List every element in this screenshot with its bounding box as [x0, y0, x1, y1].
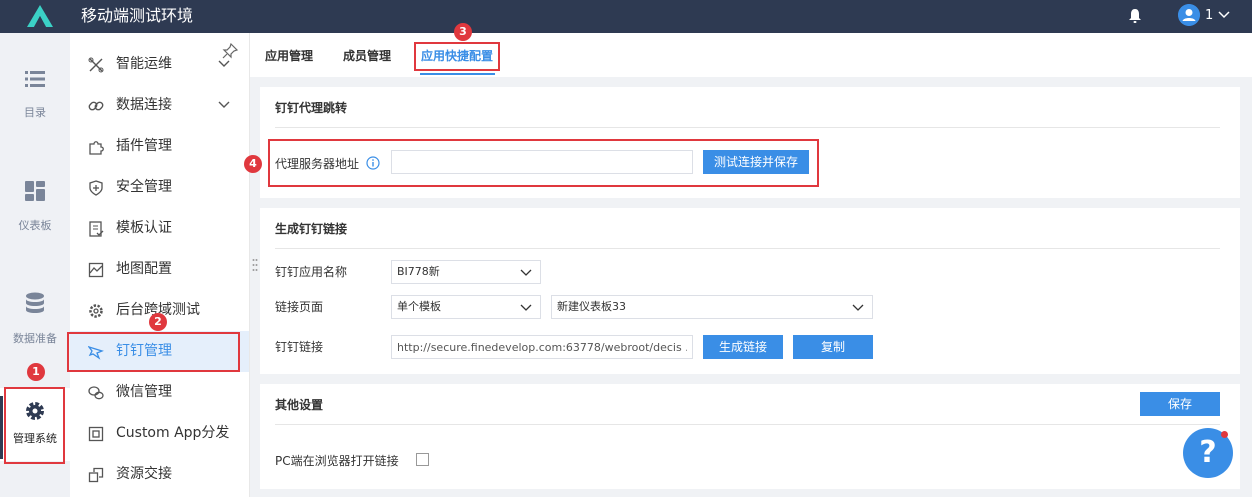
sidebar-item-label: Custom App分发	[116, 425, 230, 441]
annotation-box	[4, 387, 65, 464]
field-label: 钉钉应用名称	[275, 265, 348, 279]
rail-label: 仪表板	[18, 219, 52, 232]
annotation-box	[67, 332, 240, 372]
field-label: 钉钉链接	[275, 340, 324, 354]
sidebar-item-custom-app[interactable]: Custom App分发	[70, 413, 249, 454]
link-page-type-select[interactable]: 单个模板	[391, 295, 541, 319]
sidebar-item-security[interactable]: 安全管理	[70, 167, 249, 208]
top-header: 移动端测试环境 1	[0, 0, 1252, 33]
sidebar-item-ops[interactable]: 智能运维	[70, 44, 249, 85]
bell-icon[interactable]	[1128, 8, 1142, 24]
list-icon	[25, 71, 45, 87]
rail-item-catalog[interactable]: 目录	[0, 70, 70, 120]
notification-dot	[1221, 431, 1228, 438]
other-settings-panel: 其他设置 保存 PC端在浏览器打开链接	[260, 384, 1240, 489]
sidebar-item-label: 数据连接	[116, 97, 172, 113]
rail-label: 数据准备	[13, 332, 57, 345]
rail-label: 目录	[24, 106, 46, 119]
field-label: 链接页面	[275, 300, 324, 314]
tab-app-management[interactable]: 应用管理	[265, 48, 313, 64]
sidebar-item-label: 模板认证	[116, 220, 172, 236]
divider	[275, 248, 1220, 249]
divider	[275, 127, 1220, 128]
sidebar-item-label: 资源交接	[116, 466, 172, 482]
chevron-down-icon	[520, 269, 532, 276]
tools-icon	[88, 57, 104, 73]
wechat-icon	[88, 386, 104, 400]
annotation-step: 4	[244, 155, 262, 173]
app-title: 移动端测试环境	[81, 6, 194, 25]
generate-link-button[interactable]: 生成链接	[703, 335, 783, 359]
active-tab-indicator	[420, 73, 495, 75]
pc-browser-checkbox[interactable]	[416, 453, 429, 466]
sidebar-item-label: 微信管理	[116, 384, 172, 400]
dashboard-icon	[25, 181, 45, 201]
section-title: 生成钉钉链接	[275, 222, 348, 236]
sidebar-item-map-config[interactable]: 地图配置	[70, 249, 249, 290]
sidebar-item-label: 安全管理	[116, 179, 172, 195]
sidebar-item-data-connection[interactable]: 数据连接	[70, 85, 249, 126]
logo-icon[interactable]	[26, 4, 54, 28]
annotation-box	[414, 42, 500, 71]
app-name-select[interactable]: BI778新	[391, 260, 541, 284]
sidebar-item-label: 智能运维	[116, 56, 172, 72]
sidebar-item-plugins[interactable]: 插件管理	[70, 126, 249, 167]
link-panel: 生成钉钉链接 钉钉应用名称 BI778新 链接页面 单个模板 新建仪表板33 钉…	[260, 208, 1240, 374]
rail-item-data-prep[interactable]: 数据准备	[0, 292, 70, 346]
sidebar-item-label: 插件管理	[116, 138, 172, 154]
user-name[interactable]: 1	[1205, 8, 1213, 24]
annotation-step: 1	[27, 363, 45, 381]
select-value: BI778新	[397, 265, 440, 278]
sidebar-item-wechat[interactable]: 微信管理	[70, 372, 249, 413]
handover-icon	[88, 467, 104, 483]
sidebar-item-label: 地图配置	[116, 261, 172, 277]
rail-active-indicator	[0, 396, 3, 459]
tab-bar: 应用管理 成员管理 应用快捷配置	[250, 33, 1252, 77]
chevron-down-icon	[852, 304, 864, 311]
select-value: 单个模板	[397, 300, 441, 313]
select-value: 新建仪表板33	[557, 300, 626, 313]
user-avatar-icon[interactable]	[1178, 4, 1200, 26]
link-icon	[88, 101, 104, 111]
dingtalk-link-input[interactable]	[391, 335, 693, 359]
map-icon	[88, 262, 104, 278]
chevron-down-icon	[218, 101, 230, 108]
puzzle-icon	[89, 141, 104, 155]
section-title: 其他设置	[275, 398, 324, 412]
tab-member-management[interactable]: 成员管理	[343, 48, 391, 64]
copy-button[interactable]: 复制	[793, 335, 873, 359]
annotation-step: 3	[454, 23, 472, 41]
gear-icon	[89, 304, 103, 318]
database-icon	[26, 292, 44, 313]
app-distribute-icon	[88, 426, 104, 442]
field-label: PC端在浏览器打开链接	[275, 454, 399, 468]
link-page-target-select[interactable]: 新建仪表板33	[551, 295, 873, 319]
rail-item-dashboard[interactable]: 仪表板	[0, 181, 70, 233]
chevron-down-icon	[218, 60, 230, 67]
divider	[275, 424, 1220, 425]
chevron-down-icon	[520, 304, 532, 311]
annotation-box	[268, 139, 819, 187]
sidebar-item-resource-handover[interactable]: 资源交接	[70, 454, 249, 495]
resize-handle-icon[interactable]	[252, 258, 258, 272]
sidebar-item-template-auth[interactable]: 模板认证	[70, 208, 249, 249]
annotation-step: 2	[149, 313, 167, 331]
section-title: 钉钉代理跳转	[275, 101, 348, 115]
shield-icon	[89, 180, 103, 196]
chevron-down-icon[interactable]	[1218, 11, 1230, 19]
save-button[interactable]: 保存	[1140, 392, 1220, 416]
document-check-icon	[89, 221, 104, 237]
admin-sidebar: 智能运维 数据连接 插件管理 安全管理 模板认证 地图配置 后台跨域测试 钉钉管…	[70, 33, 250, 497]
